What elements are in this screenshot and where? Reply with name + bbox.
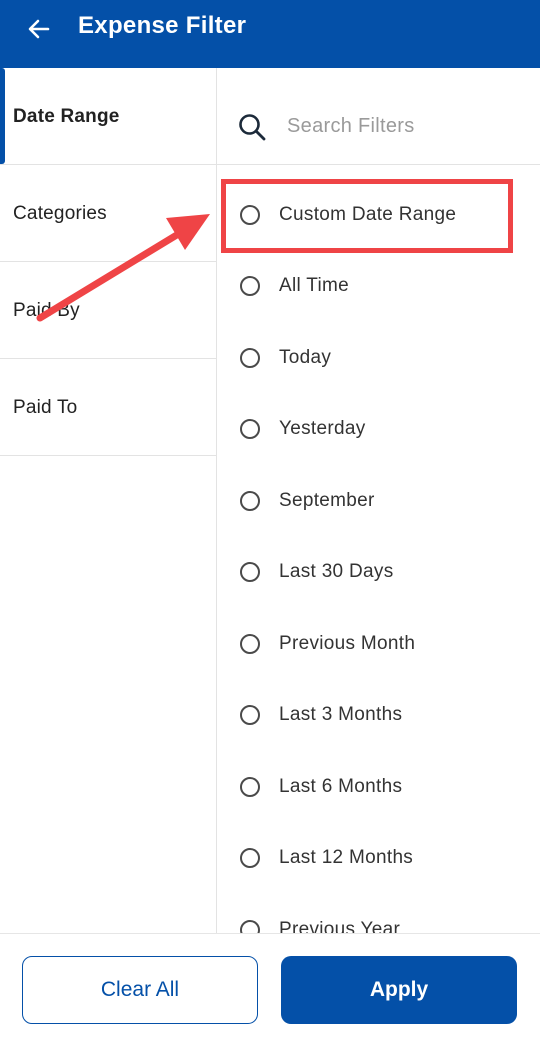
- filter-sidebar: Date Range Categories Paid By Paid To: [0, 68, 217, 933]
- sidebar-item-categories[interactable]: Categories: [0, 165, 216, 262]
- option-all-time[interactable]: All Time: [217, 257, 540, 317]
- sidebar-item-label: Paid By: [13, 300, 80, 321]
- page-title: Expense Filter: [78, 12, 247, 39]
- option-custom-date-range[interactable]: Custom Date Range: [217, 186, 540, 246]
- date-range-options: Custom Date Range All Time Today Yesterd…: [217, 165, 540, 933]
- radio-button[interactable]: [240, 848, 260, 868]
- radio-button[interactable]: [240, 205, 260, 225]
- clear-all-button[interactable]: Clear All: [22, 956, 258, 1024]
- option-last-6-months[interactable]: Last 6 Months: [217, 758, 540, 818]
- apply-button[interactable]: Apply: [281, 956, 517, 1024]
- radio-button[interactable]: [240, 634, 260, 654]
- sidebar-item-label: Categories: [13, 203, 107, 224]
- option-label: All Time: [279, 275, 349, 296]
- option-label: Previous Month: [279, 633, 416, 654]
- option-label: September: [279, 490, 375, 511]
- sidebar-item-label: Date Range: [13, 106, 120, 127]
- radio-button[interactable]: [240, 705, 260, 725]
- option-label: Yesterday: [279, 418, 366, 439]
- option-label: Previous Year: [279, 919, 401, 933]
- option-label: Today: [279, 347, 332, 368]
- sidebar-item-date-range[interactable]: Date Range: [0, 68, 216, 165]
- sidebar-item-paid-by[interactable]: Paid By: [0, 262, 216, 359]
- back-button[interactable]: [24, 14, 54, 44]
- sidebar-item-paid-to[interactable]: Paid To: [0, 359, 216, 456]
- option-label: Custom Date Range: [279, 204, 457, 225]
- search-input[interactable]: [287, 108, 527, 144]
- footer-actions: Clear All Apply: [0, 933, 540, 1043]
- option-label: Last 12 Months: [279, 847, 414, 868]
- option-yesterday[interactable]: Yesterday: [217, 400, 540, 460]
- radio-button[interactable]: [240, 777, 260, 797]
- option-previous-year[interactable]: Previous Year: [217, 901, 540, 933]
- option-september[interactable]: September: [217, 472, 540, 532]
- option-label: Last 3 Months: [279, 704, 403, 725]
- radio-button[interactable]: [240, 419, 260, 439]
- radio-button[interactable]: [240, 491, 260, 511]
- search-icon[interactable]: [237, 112, 267, 142]
- radio-button[interactable]: [240, 562, 260, 582]
- arrow-left-icon: [28, 19, 50, 39]
- option-today[interactable]: Today: [217, 329, 540, 389]
- radio-button[interactable]: [240, 348, 260, 368]
- option-last-3-months[interactable]: Last 3 Months: [217, 686, 540, 746]
- option-last-30-days[interactable]: Last 30 Days: [217, 543, 540, 603]
- app-header: Expense Filter: [0, 0, 540, 68]
- search-bar: [217, 68, 540, 165]
- option-label: Last 30 Days: [279, 561, 394, 582]
- radio-button[interactable]: [240, 920, 260, 933]
- sidebar-item-label: Paid To: [13, 397, 78, 418]
- option-last-12-months[interactable]: Last 12 Months: [217, 829, 540, 889]
- option-previous-month[interactable]: Previous Month: [217, 615, 540, 675]
- radio-button[interactable]: [240, 276, 260, 296]
- option-label: Last 6 Months: [279, 776, 403, 797]
